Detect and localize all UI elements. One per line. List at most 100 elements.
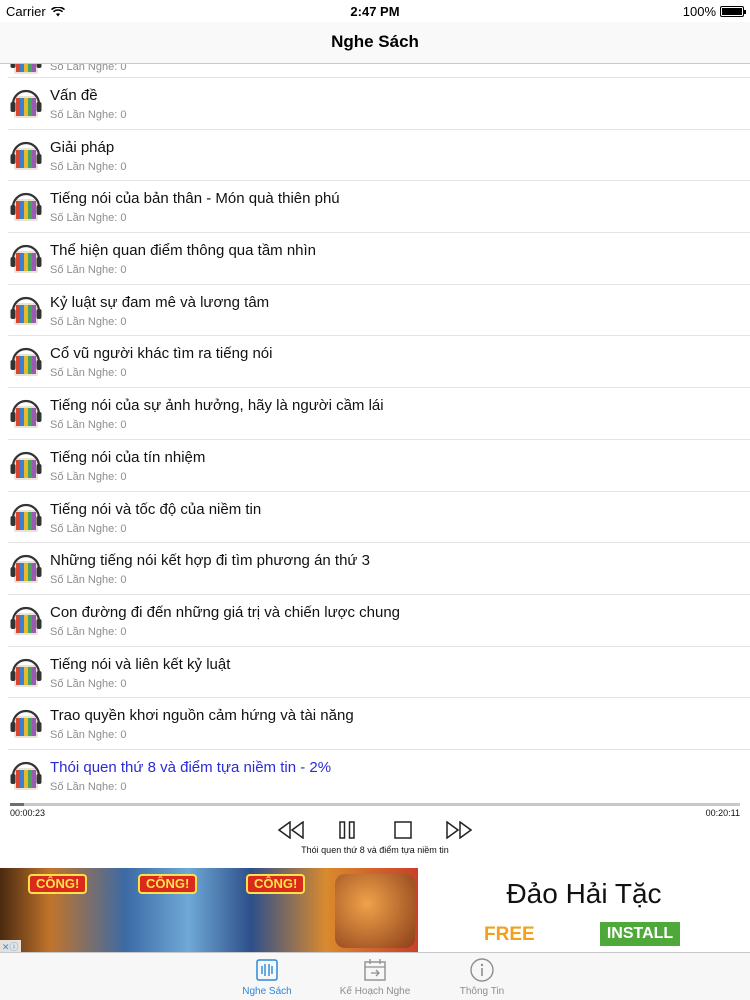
audiobook-icon [10,451,42,480]
list-item[interactable]: Thói quen thứ 8 và điểm tựa niềm tin - 2… [8,750,750,791]
ad-badge: CÔNG! [246,874,306,894]
list-item[interactable]: Số Lần Nghe: 0 [8,64,750,78]
list-item[interactable]: Con đường đi đến những giá trị và chiến … [8,595,750,647]
playback-progress-bar[interactable] [10,803,740,806]
chapter-title: Tiếng nói của tín nhiệm [50,448,206,466]
ad-free-label: FREE [484,924,535,945]
audiobook-icon [10,141,42,170]
list-item[interactable]: Trao quyền khơi nguồn cảm hứng và tài nă… [8,698,750,750]
chapter-title: Tiếng nói của bản thân - Món quà thiên p… [50,190,340,208]
listen-count: Số Lần Nghe: 0 [50,367,127,380]
chapter-title: Kỷ luật sự đam mê và lương tâm [50,293,270,311]
clock: 2:47 PM [350,4,400,19]
listen-count: Số Lần Nghe: 0 [50,264,127,277]
pause-button[interactable] [333,819,361,841]
ad-install-button[interactable]: INSTALL [600,922,680,946]
chapter-title: Trao quyền khơi nguồn cảm hứng và tài nă… [50,707,354,725]
now-playing-title: Thói quen thứ 8 và điểm tựa niềm tin [301,845,449,855]
audiobook-icon [10,400,42,429]
tab-label: Thông Tin [459,986,505,997]
chapter-title: Tiếng nói của sự ảnh hưởng, hãy là người… [50,397,384,415]
rewind-button[interactable] [277,819,305,841]
list-item[interactable]: Giải pháp Số Lần Nghe: 0 [8,130,750,182]
pause-icon [339,821,355,839]
listen-book-icon [256,959,278,981]
chapter-title: Con đường đi đến những giá trị và chiến … [50,603,401,621]
info-icon [470,958,494,982]
battery-icon [720,6,746,17]
chapter-title: Tiếng nói và tốc độ của niềm tin [50,500,262,518]
listen-count: Số Lần Nghe: 0 [50,470,127,483]
ad-app-icon [335,874,415,948]
listen-count: Số Lần Nghe: 0 [50,677,127,690]
audiobook-icon [10,348,42,377]
tab-label: Kế Hoạch Nghe [339,986,411,997]
chapter-title: Thể hiện quan điểm thông qua tầm nhìn [50,242,317,260]
ad-banner[interactable]: CÔNG! CÔNG! CÔNG! Đảo Hải Tặc FREE INSTA… [0,868,750,952]
tab-thong-tin[interactable]: Thông Tin [432,957,532,997]
tab-nghe-sach[interactable]: Nghe Sách [217,957,317,997]
navigation-bar: Nghe Sách [0,22,750,64]
fast-forward-button[interactable] [445,819,473,841]
audio-player: 00:00:23 00:20:11 Thói quen thứ 8 và điể… [0,791,750,868]
listen-count: Số Lần Nghe: 0 [50,64,127,73]
list-item[interactable]: Tiếng nói của tín nhiệm Số Lần Nghe: 0 [8,440,750,492]
audiobook-icon [10,64,42,74]
ad-badge: CÔNG! [138,874,198,894]
audiobook-icon [10,89,42,118]
list-item[interactable]: Tiếng nói của sự ảnh hưởng, hãy là người… [8,388,750,440]
audiobook-icon [10,193,42,222]
listen-count: Số Lần Nghe: 0 [50,574,127,587]
tab-bar: Nghe Sách Kế Hoạch Nghe Thông Tin [0,952,750,1000]
ad-badge: CÔNG! [28,874,88,894]
list-item[interactable]: Tiếng nói của bản thân - Món quà thiên p… [8,181,750,234]
chapter-title: Vấn đề [50,87,98,104]
stop-button[interactable] [389,819,417,841]
audiobook-icon [10,606,42,635]
list-item[interactable]: Thể hiện quan điểm thông qua tầm nhìn Số … [8,233,750,285]
adchoices-icon[interactable]: ✕ⓘ [0,940,21,952]
listen-count: Số Lần Nghe: 0 [50,780,127,791]
chapter-title: Cổ vũ người khác tìm ra tiếng nói [50,345,273,363]
audiobook-icon [10,244,42,274]
list-item[interactable]: Cổ vũ người khác tìm ra tiếng nói Số Lần … [8,336,750,389]
chapter-title: Tiếng nói và liên kết kỷ luật [50,655,231,673]
listen-count: Số Lần Nghe: 0 [50,522,127,535]
audiobook-icon [10,710,42,739]
list-item[interactable]: Kỷ luật sự đam mê và lương tâm Số Lần Ngh… [8,285,750,337]
audiobook-icon [10,761,42,790]
current-time: 00:00:23 [10,808,46,818]
list-item[interactable]: Tiếng nói và liên kết kỷ luật Số Lần Nghe… [8,647,750,699]
listen-count: Số Lần Nghe: 0 [50,419,127,432]
battery-indicator: 100% [682,4,746,19]
list-item[interactable]: Những tiếng nói kết hợp đi tìm phương án… [8,543,750,595]
audiobook-icon [10,296,42,325]
listen-count: Số Lần Nghe: 0 [50,109,127,121]
ad-artwork: CÔNG! CÔNG! CÔNG! [0,868,418,952]
chapter-title: Thói quen thứ 8 và điểm tựa niềm tin - 2… [50,758,332,776]
list-item[interactable]: Tiếng nói và tốc độ của niềm tin Số Lần N… [8,492,750,544]
plan-calendar-icon [364,959,386,981]
battery-percent: 100% [682,4,716,19]
tab-label: Nghe Sách [242,986,292,997]
audiobook-icon [10,555,42,584]
listen-count: Số Lần Nghe: 0 [50,729,127,742]
tab-ke-hoach-nghe[interactable]: Kế Hoạch Nghe [325,957,425,997]
page-title: Nghe Sách [331,32,419,51]
playback-controls [0,819,750,841]
listen-count: Số Lần Nghe: 0 [50,315,127,328]
listen-count: Số Lần Nghe: 0 [50,625,127,638]
chapter-title: Giải pháp [50,138,115,156]
playback-progress-fill [10,803,24,806]
chapter-title: Những tiếng nói kết hợp đi tìm phương án… [50,552,370,570]
rewind-icon [278,821,304,839]
chapter-list[interactable]: Số Lần Nghe: 0 Vấn đề Số Lần Nghe: 0 Giải … [0,64,750,791]
total-time: 00:20:11 [705,808,740,818]
list-item[interactable]: Vấn đề Số Lần Nghe: 0 [8,78,750,130]
audiobook-icon [10,503,42,532]
status-bar: Carrier 2:47 PM 100% [0,0,750,22]
audiobook-icon [10,658,42,687]
stop-icon [394,821,412,839]
listen-count: Số Lần Nghe: 0 [50,212,127,225]
listen-count: Số Lần Nghe: 0 [50,160,127,173]
